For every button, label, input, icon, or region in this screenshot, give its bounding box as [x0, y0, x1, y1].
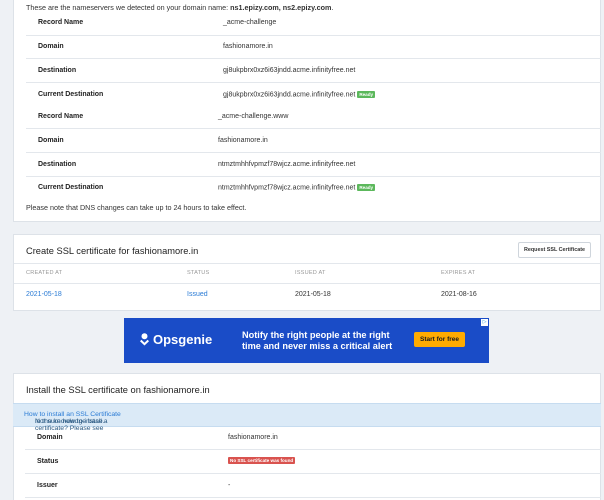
record-1-destination-row: Destination gj8ukpbrx0xz6i63jndd.acme.in… — [26, 60, 601, 83]
ad-headline: Notify the right people at the right tim… — [242, 330, 392, 352]
adchoices-icon[interactable]: ▷ — [481, 319, 488, 326]
install-guide-link[interactable]: How to install an SSL Certificate — [24, 411, 121, 418]
record-name-label: Record Name — [38, 113, 84, 120]
current-destination-value: gj8ukpbrx0xz6i63jndd.acme.infinityfree.n… — [223, 91, 376, 99]
issuer-value: - — [228, 482, 231, 489]
install-domain-row: Domain fashionamore.in — [25, 427, 601, 450]
create-ssl-card: Create SSL certificate for fashionamore.… — [13, 234, 601, 311]
column-header-status: STATUS — [187, 270, 210, 276]
status-value: No SSL certificate was found — [228, 457, 296, 464]
record-2-current-row: Current Destination ntmztmhhfvpmzf78wjcz… — [26, 177, 601, 200]
install-ssl-title: Install the SSL certificate on fashionam… — [26, 385, 210, 395]
ad-brand-name: Opsgenie — [153, 332, 213, 347]
domain-label: Domain — [37, 434, 63, 441]
ad-headline-line-1: Notify the right people at the right — [242, 330, 390, 340]
current-destination-label: Current Destination — [38, 184, 104, 191]
record-2-domain-row: Domain fashionamore.in — [26, 130, 601, 153]
ad-cta-button[interactable]: Start for free — [414, 332, 466, 347]
advertisement-banner[interactable]: Opsgenie Notify the right people at the … — [124, 318, 489, 363]
info-suffix: in the knowledge base. — [35, 418, 105, 425]
status-label: Status — [37, 458, 59, 465]
destination-value: ntmztmhhfvpmzf78wjcz.acme.infinityfree.n… — [218, 161, 356, 168]
domain-value: fashionamore.in — [228, 434, 278, 441]
destination-label: Destination — [38, 67, 77, 74]
no-certificate-badge: No SSL certificate was found — [228, 457, 296, 464]
column-header-issued-at: ISSUED AT — [295, 270, 326, 276]
nameserver-note: These are the nameservers we detected on… — [26, 3, 334, 12]
destination-label: Destination — [38, 161, 77, 168]
install-status-row: Status No SSL certificate was found — [25, 451, 601, 474]
opsgenie-logo-icon — [140, 333, 149, 346]
domain-value: fashionamore.in — [218, 137, 268, 144]
record-2-name-row: Record Name _acme-challenge.www — [26, 106, 601, 129]
create-ssl-title: Create SSL certificate for fashionamore.… — [26, 246, 199, 256]
expires-at-value: 2021-08-16 — [441, 291, 477, 298]
current-destination-value: ntmztmhhfvpmzf78wjcz.acme.infinityfree.n… — [218, 184, 376, 192]
install-info-text: Not sure how to install a certificate? P… — [24, 411, 121, 432]
destination-value: gj8ukpbrx0xz6i63jndd.acme.infinityfree.n… — [223, 67, 356, 74]
column-header-created-at: CREATED AT — [26, 270, 63, 276]
record-2-destination-row: Destination ntmztmhhfvpmzf78wjcz.acme.in… — [26, 154, 601, 177]
domain-label: Domain — [38, 43, 64, 50]
ad-brand: Opsgenie — [139, 332, 212, 347]
request-ssl-button[interactable]: Request SSL Certificate — [517, 242, 591, 258]
ready-badge: Ready — [357, 184, 376, 191]
record-1-current-row: Current Destination gj8ukpbrx0xz6i63jndd… — [26, 84, 601, 107]
created-at-link[interactable]: 2021-05-18 — [26, 291, 62, 298]
current-destination-label: Current Destination — [38, 91, 104, 98]
ready-badge: Ready — [357, 91, 376, 98]
current-destination-text: ntmztmhhfvpmzf78wjcz.acme.infinityfree.n… — [218, 184, 356, 192]
nameserver-list: ns1.epizy.com, ns2.epizy.com — [230, 3, 332, 12]
issued-at-value: 2021-05-18 — [295, 291, 331, 298]
domain-value: fashionamore.in — [223, 43, 273, 50]
table-divider — [14, 283, 600, 284]
domain-label: Domain — [38, 137, 64, 144]
header-divider — [14, 263, 600, 264]
record-1-domain-row: Domain fashionamore.in — [26, 36, 601, 59]
install-info-banner: Not sure how to install a certificate? P… — [13, 403, 601, 432]
issuer-label: Issuer — [37, 482, 58, 489]
nameserver-note-text: These are the nameservers we detected on… — [26, 3, 229, 12]
status-link[interactable]: Issued — [187, 291, 208, 298]
current-destination-text: gj8ukpbrx0xz6i63jndd.acme.infinityfree.n… — [223, 91, 356, 99]
ad-headline-line-2: time and never miss a critical alert — [242, 341, 393, 351]
record-name-value: _acme-challenge.www — [218, 113, 289, 120]
dns-records-card: These are the nameservers we detected on… — [13, 0, 601, 222]
install-issuer-row: Issuer - — [25, 475, 601, 498]
column-header-expires-at: EXPIRES AT — [441, 270, 476, 276]
record-1-spacer — [26, 14, 601, 36]
propagation-note: Please note that DNS changes can take up… — [26, 203, 247, 212]
